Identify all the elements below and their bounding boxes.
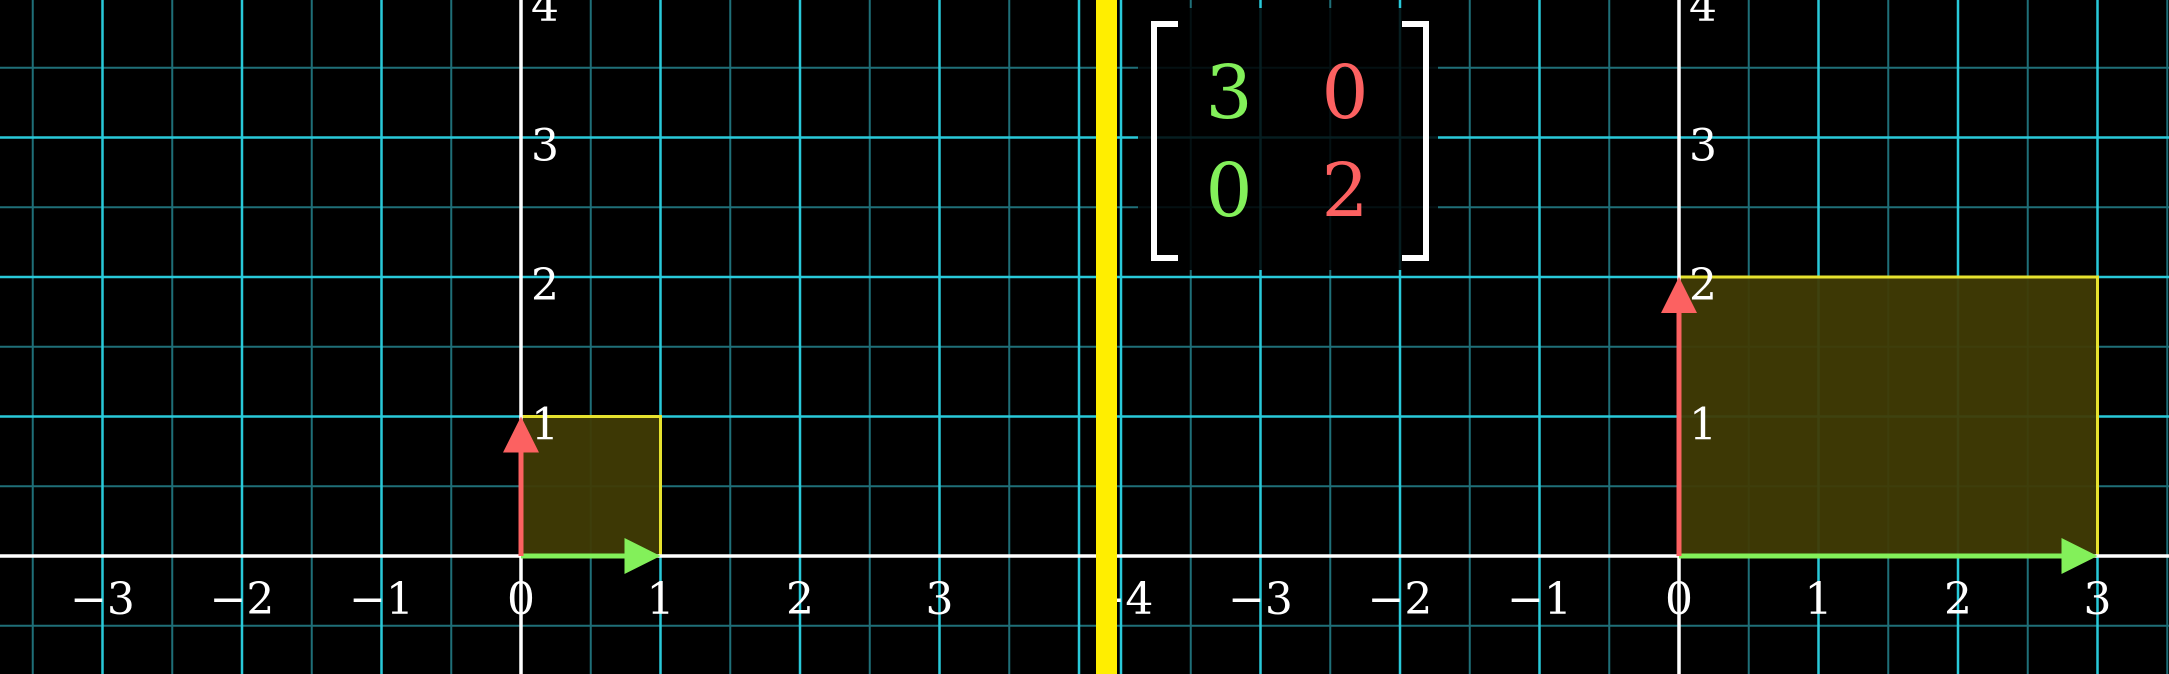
x-tick-label: 2 (786, 574, 814, 625)
x-tick-label: 0 (507, 574, 535, 625)
matrix-entry-d: 2 (1321, 148, 1368, 234)
transformation-matrix: 3 0 0 2 (1138, 8, 1438, 270)
x-tick-label: 1 (1805, 574, 1833, 625)
y-tick-label: 2 (531, 260, 559, 311)
x-tick-label: 3 (2084, 574, 2112, 625)
x-tick-label: −1 (1507, 574, 1572, 625)
x-tick-label: 0 (1665, 574, 1693, 625)
x-tick-label: −3 (1228, 574, 1293, 625)
y-tick-label: 1 (1689, 400, 1717, 451)
right-transformed-region (1677, 275, 2099, 558)
x-tick-label: −2 (1368, 574, 1433, 625)
y-tick-label: 2 (1689, 260, 1717, 311)
x-tick-label: 3 (926, 574, 954, 625)
left-axes (0, 0, 1096, 674)
y-tick-label: 3 (1689, 121, 1717, 172)
x-tick-label: 1 (647, 574, 675, 625)
y-tick-label: 3 (531, 121, 559, 172)
matrix-entry-b: 0 (1321, 50, 1368, 136)
linear-transformation-scene: 4−3−2−101234321 −4−3−2−101234321 3 0 0 2 (0, 0, 2169, 674)
y-tick-label: 1 (531, 400, 559, 451)
x-tick-label: 2 (1944, 574, 1972, 625)
left-tick-labels: 4−3−2−101234321 (70, 0, 954, 625)
matrix-entry-a: 3 (1205, 50, 1252, 136)
y-tick-label: 4 (531, 0, 559, 32)
x-tick-label: −3 (70, 574, 135, 625)
left-grid (0, 0, 1096, 674)
matrix-backdrop (1138, 8, 1438, 270)
y-tick-label: 4 (1689, 0, 1717, 32)
x-tick-label: −1 (349, 574, 414, 625)
matrix-entry-c: 0 (1205, 148, 1252, 234)
left-coordinate-plane: 4−3−2−101234321 (0, 0, 1096, 674)
yellow-divider (1096, 0, 1117, 674)
x-tick-label: −2 (210, 574, 275, 625)
